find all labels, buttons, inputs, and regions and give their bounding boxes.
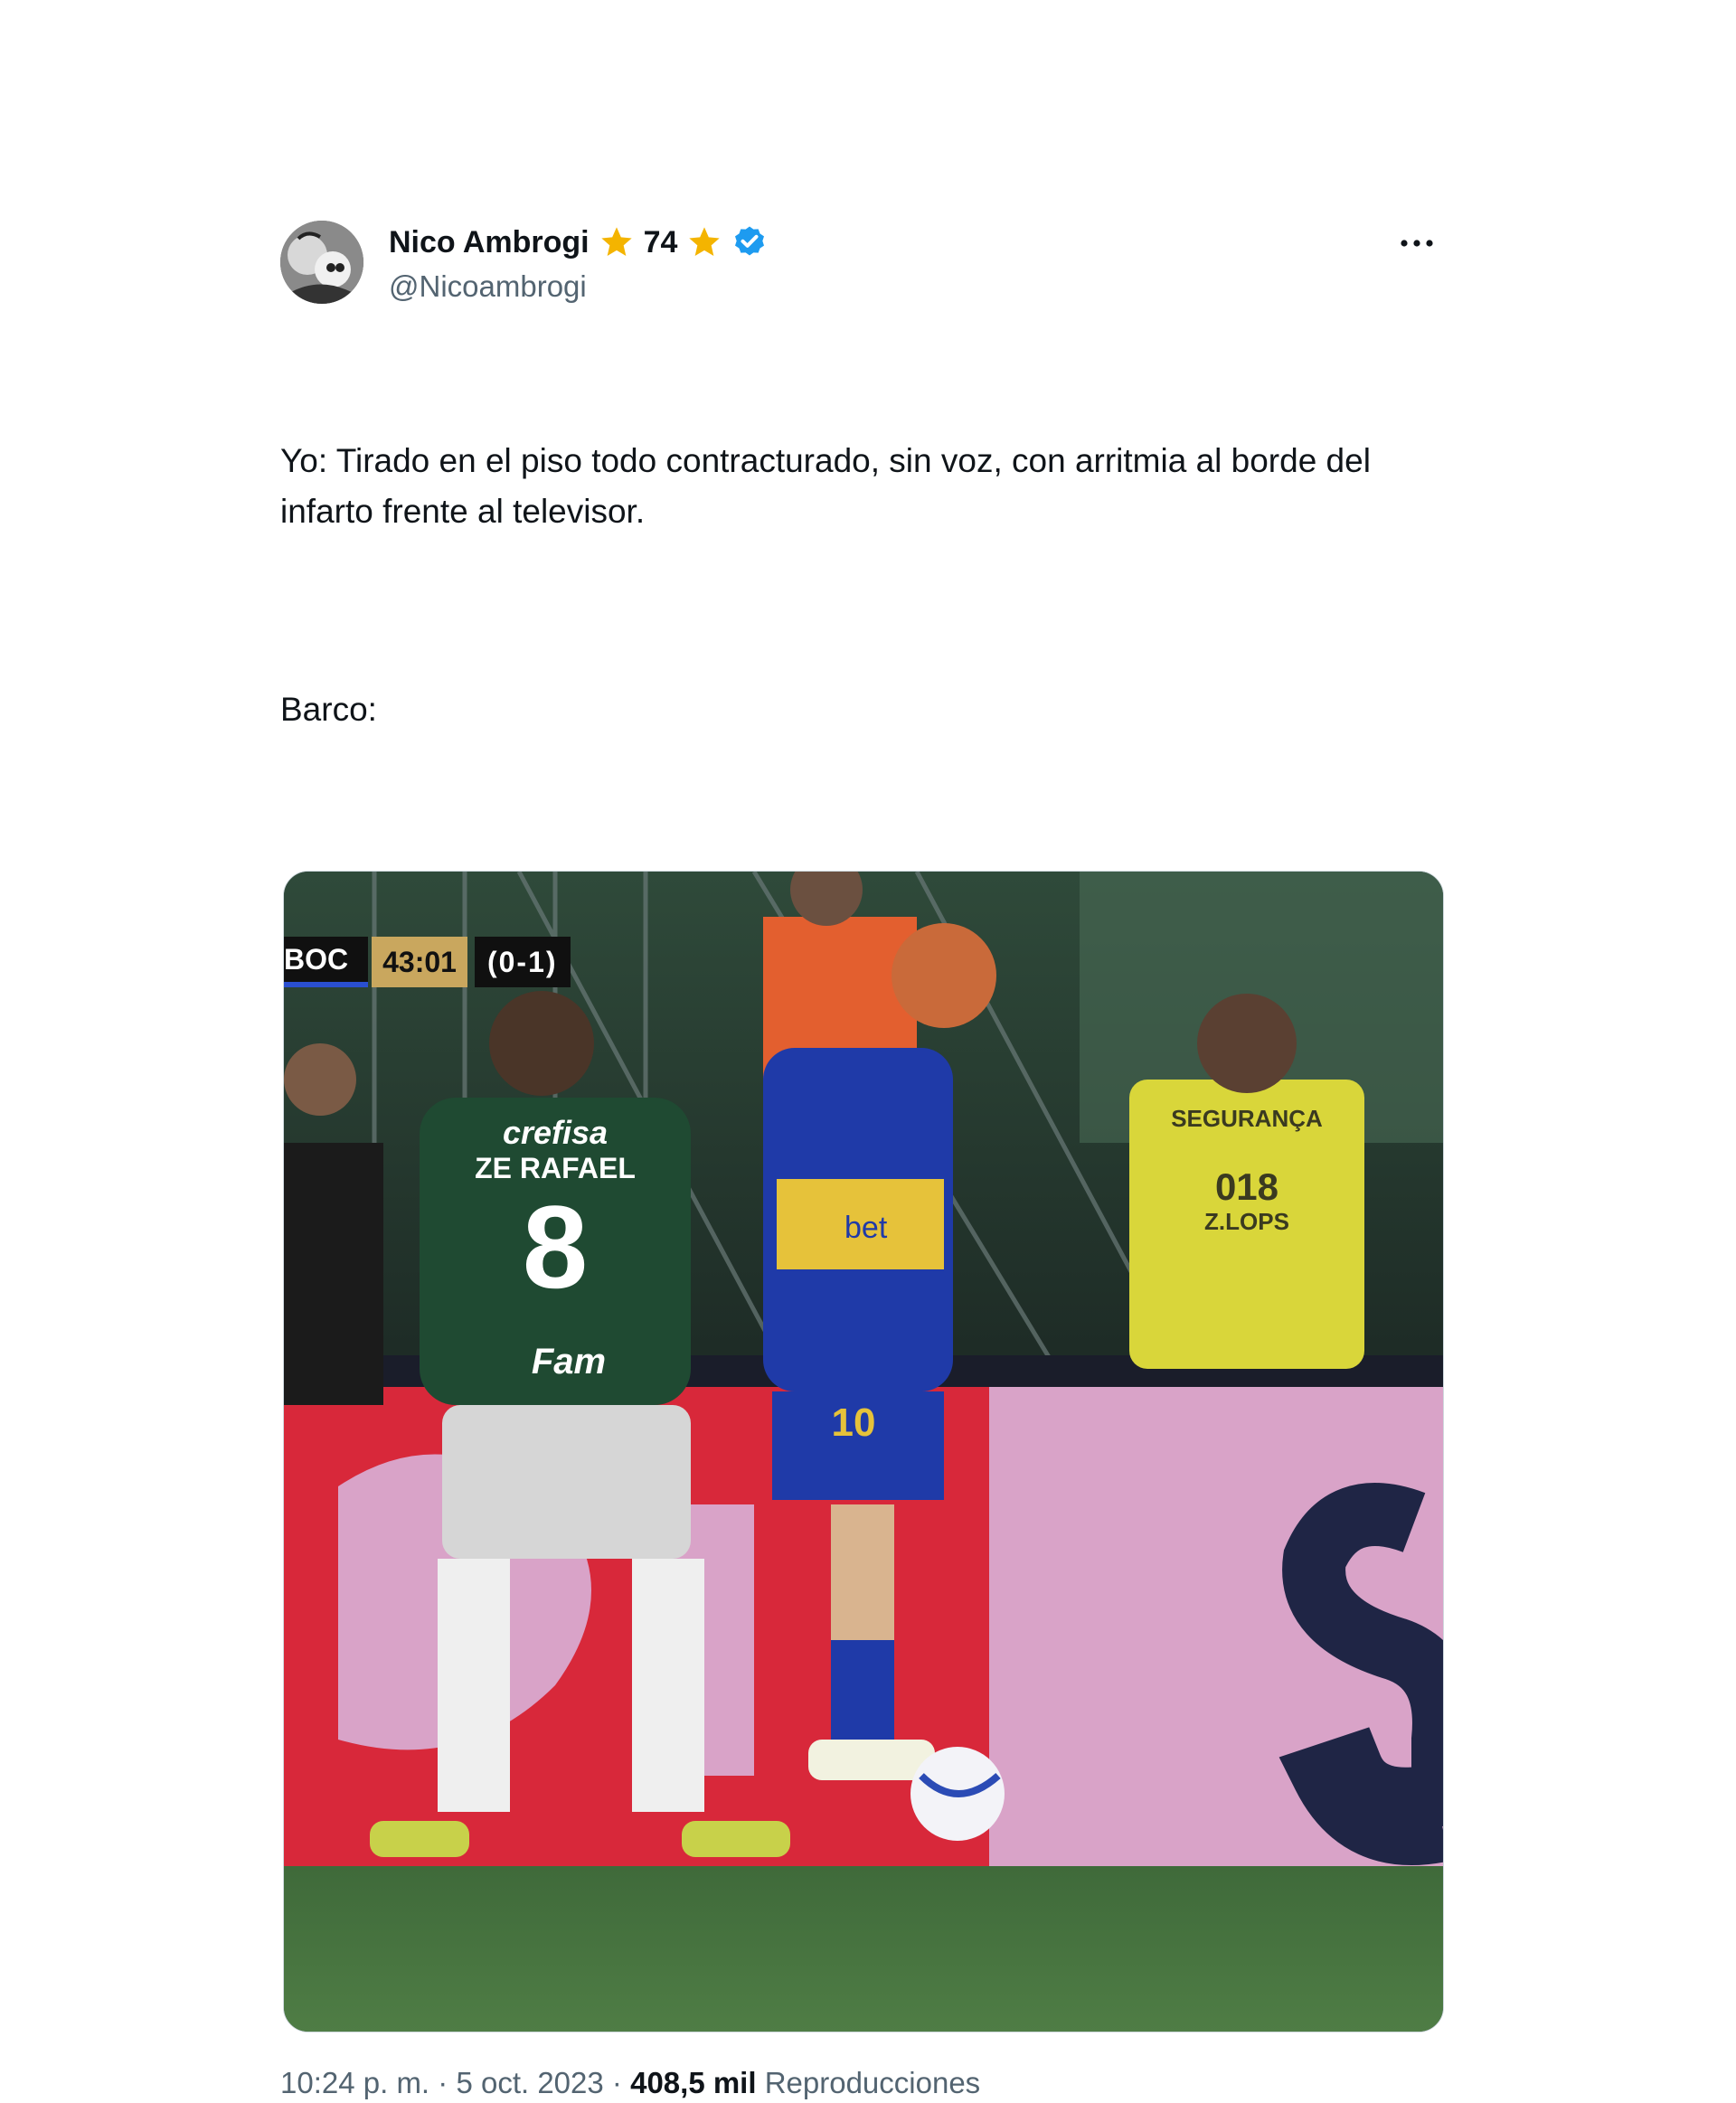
scoreboard-team: BOC — [284, 937, 369, 987]
scoreboard-score: (0-1) — [474, 937, 571, 987]
author-handle[interactable]: @Nicoambrogi — [389, 269, 587, 305]
star-icon — [599, 224, 635, 260]
tweet-text-paragraph: Barco: — [280, 691, 377, 728]
tweet-meta: 10:24 p. m. · 5 oct. 2023 · 408,5 mil Re… — [280, 2063, 1438, 2103]
author-name-row[interactable]: Nico Ambrogi 74 — [389, 224, 768, 260]
scoreboard-clock: 43:01 — [372, 937, 467, 987]
avatar[interactable] — [280, 221, 363, 304]
tweet-time[interactable]: 10:24 p. m. — [280, 2066, 429, 2099]
tweet-media-image[interactable]: crefisa ZE RAFAEL 8 Fam bet 10 SEGURANÇA… — [283, 871, 1444, 2032]
more-options-icon[interactable] — [1396, 230, 1438, 257]
views-count: 408,5 mil — [630, 2066, 757, 2099]
star-icon — [686, 224, 722, 260]
jersey-left-lower-sponsor: Fam — [531, 1342, 607, 1382]
jersey-left-number: 8 — [522, 1181, 589, 1313]
meta-separator: · — [611, 2066, 622, 2099]
jersey-left-sponsor: crefisa — [502, 1114, 609, 1151]
verified-badge-icon — [731, 224, 768, 260]
jersey-right-number: 10 — [831, 1400, 876, 1445]
tweet-text-paragraph: Yo: Tirado en el piso todo contracturado… — [280, 442, 1381, 530]
views-label: Reproducciones — [764, 2066, 981, 2099]
football-scene-image — [284, 872, 1443, 2032]
tweet-header: Nico Ambrogi 74 @Nicoambrogi — [280, 217, 1438, 307]
tweet-date[interactable]: 5 oct. 2023 — [456, 2066, 603, 2099]
security-vest-company: Z.LOPS — [1204, 1208, 1289, 1235]
jersey-right-sponsor: bet — [844, 1211, 888, 1245]
tweet-text: Yo: Tirado en el piso todo contracturado… — [280, 335, 1429, 836]
scoreboard: BOC 43:01 (0-1) — [284, 937, 571, 987]
security-vest-title: SEGURANÇA — [1171, 1105, 1323, 1132]
security-vest-number: 018 — [1214, 1165, 1279, 1208]
author-name[interactable]: Nico Ambrogi — [389, 224, 590, 260]
author-number: 74 — [643, 225, 678, 259]
meta-separator: · — [438, 2066, 448, 2099]
tweet: Nico Ambrogi 74 @Nicoambrogi Yo: Tirado … — [280, 217, 1444, 2103]
